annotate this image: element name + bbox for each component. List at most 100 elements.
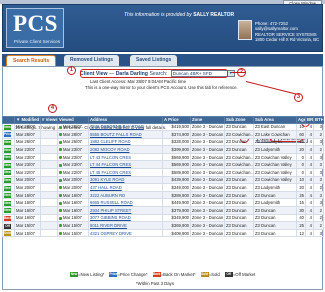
table-row[interactable]: Back Mar 16/07 Mar 16/07 3077 GIBBINS ROAD $…: [2, 213, 324, 223]
viewed-cell: Mar 22/07: [57, 168, 89, 177]
age-cell: 20: [296, 145, 306, 154]
status-cell: New: [2, 137, 15, 147]
table-row[interactable]: New Mar 28/07 Mar 28/07 7346 OSBORNE BAY RO…: [2, 122, 324, 132]
address-link[interactable]: 6665 RUSSELL ROAD: [88, 198, 163, 208]
zone-cell: Zone 3 - Duncan: [190, 122, 225, 132]
address-link[interactable]: 2934 PHILIP STREET: [88, 206, 163, 215]
status-cell: New: [2, 145, 15, 154]
table-row[interactable]: New Mar 23/07 Mar 23/07 LT 44 FALCON CRES $5…: [2, 160, 324, 170]
table-row[interactable]: Sold Mar 15/07 Mar 15/07 4321 OSPREY DRIVE $…: [2, 228, 324, 238]
legend-item-price: Price=Price Change*: [109, 272, 148, 278]
modified-cell: Mar 16/07: [14, 198, 41, 208]
table-row[interactable]: New Mar 22/07 Mar 22/07 LT 45 FALCON CRES $5…: [2, 168, 324, 177]
age-cell: 25: [296, 190, 306, 200]
subarea-cell: Z3 Duncan: [253, 228, 297, 238]
viewed-check-icon: [59, 133, 62, 137]
zone-cell: Zone 3 - Duncan: [190, 130, 225, 139]
legend-item-off: Off =Off Market: [224, 272, 255, 278]
bathrooms-cell: 2: [313, 130, 324, 139]
viewed-cell: Mar 16/07: [57, 190, 89, 200]
zone-cell: Zone 3 - Duncan: [190, 168, 225, 177]
viewed-cell: Mar 15/07: [57, 221, 89, 230]
address-link[interactable]: 2082 MOCOY ROAD: [88, 145, 163, 154]
table-row[interactable]: New Mar 20/07 Mar 20/07 3091 KYLE ROAD $439,…: [2, 175, 324, 185]
subzone-cell: Z3 Duncan: [224, 198, 254, 208]
table-row[interactable]: New Mar 23/07 Mar 23/07 2082 MOCOY ROAD $399…: [2, 145, 324, 154]
column-header-bth[interactable]: BTH: [313, 116, 324, 124]
modified-cell: Mar 23/07: [14, 145, 41, 154]
views-cell: [40, 228, 58, 238]
column-header-br[interactable]: BR: [305, 116, 314, 124]
address-link[interactable]: 4321 OSPREY DRIVE: [88, 228, 163, 238]
table-row[interactable]: Price Mar 28/07 Mar 28/07 5555 BOUTZ FALLS …: [2, 130, 324, 139]
price-cell: $379,900: [162, 206, 191, 215]
bathrooms-cell: 2: [313, 221, 324, 230]
legend-text: =Back On Market*: [160, 272, 196, 277]
address-link[interactable]: 3077 GIBBINS ROAD: [88, 213, 163, 223]
price-cell: $419,500: [162, 122, 191, 132]
subarea-cell: Z3 Duncan: [253, 221, 297, 230]
bedrooms-cell: 4: [305, 198, 314, 208]
bedrooms-cell: 4: [305, 160, 314, 170]
column-header-modified[interactable]: ▼ Modified: [14, 116, 41, 124]
address-link[interactable]: LT 43 FALCON CRES: [88, 152, 163, 162]
table-row[interactable]: New Mar 23/07 Mar 23/07 LT 43 FALCON CRES $5…: [2, 152, 324, 162]
status-badge: New: [4, 124, 11, 130]
viewed-date: Mar 16/07: [63, 200, 82, 206]
modified-cell: Mar 15/07: [14, 228, 41, 238]
age-cell: 0: [296, 168, 306, 177]
tab-search-results[interactable]: Search Results: [6, 55, 57, 66]
subzone-cell: Z3 Cowichan...: [224, 152, 254, 162]
table-row[interactable]: New Mar 16/07 Mar 16/07 3222 AUBURN RD $389,…: [2, 190, 324, 200]
viewed-date: Mar 15/07: [63, 230, 82, 236]
viewed-check-icon: [59, 156, 62, 160]
views-cell: [40, 198, 58, 208]
status-cell: Sold: [2, 228, 15, 238]
subarea-cell: Z3 Ladysmith: [253, 145, 297, 154]
price-cell: $589,900: [162, 168, 191, 177]
address-link[interactable]: 5555 BOUTZ FALLS ROAD: [88, 130, 163, 139]
subzone-cell: Z3 Duncan: [224, 145, 254, 154]
viewed-check-icon: [59, 232, 62, 235]
table-row[interactable]: New Mar 16/07 Mar 16/07 2934 PHILIP STREET $…: [2, 206, 324, 215]
bedrooms-cell: 4: [305, 183, 314, 192]
bedrooms-cell: 4: [305, 137, 314, 147]
column-header-views[interactable]: # Views: [40, 116, 58, 124]
address-link[interactable]: 6011 RIVER DRIVE: [88, 221, 163, 230]
address-link[interactable]: 7346 OSBORNE BAY ROAD: [88, 122, 163, 132]
tab-saved-listings[interactable]: Saved Listings: [130, 55, 178, 66]
table-body: New Mar 28/07 Mar 28/07 7346 OSBORNE BAY RO…: [2, 122, 324, 238]
table-row[interactable]: Off Mar 15/07 Mar 15/07 6011 RIVER DRIVE $36…: [2, 221, 324, 230]
subarea-cell: Z3 Duncan: [253, 206, 297, 215]
status-cell: New: [2, 122, 15, 132]
table-row[interactable]: New Mar 26/07 Mar 26/07 1882 CLELIFF ROAD $3…: [2, 137, 324, 147]
callout-1: 1: [67, 66, 76, 75]
table-row[interactable]: New Mar 20/07 Mar 20/07 437 HALL ROAD $349,0…: [2, 183, 324, 192]
legend-item-sold: Sold=Sold: [200, 272, 220, 278]
views-cell: [40, 137, 58, 147]
viewed-date: Mar 20/07: [63, 177, 82, 183]
address-link[interactable]: 437 HALL ROAD: [88, 183, 163, 192]
subzone-cell: Z3 Duncan: [224, 228, 254, 238]
address-link[interactable]: 3222 AUBURN RD: [88, 190, 163, 200]
status-cell: Price: [2, 130, 15, 139]
status-badge: New: [4, 147, 11, 153]
views-cell: [40, 213, 58, 223]
address-link[interactable]: LT 45 FALCON CRES: [88, 168, 163, 177]
table-row[interactable]: New Mar 16/07 Mar 16/07 6665 RUSSELL ROAD $4…: [2, 198, 324, 208]
age-cell: 0: [296, 160, 306, 170]
zone-cell: Zone 3 - Duncan: [190, 175, 225, 185]
address-link[interactable]: 1882 CLELIFF ROAD: [88, 137, 163, 147]
zone-cell: Zone 3 - Duncan: [190, 145, 225, 154]
price-cell: $349,000: [162, 183, 191, 192]
address-link[interactable]: LT 44 FALCON CRES: [88, 160, 163, 170]
viewed-cell: Mar 16/07: [57, 206, 89, 215]
column-header-age[interactable]: Age: [296, 116, 306, 124]
subzone-cell: Z3 Duncan: [224, 183, 254, 192]
viewed-check-icon: [59, 224, 62, 228]
viewed-cell: Mar 20/07: [57, 175, 89, 185]
views-cell: [40, 221, 58, 230]
tab-removed-listings[interactable]: Removed Listings: [64, 55, 120, 66]
price-cell: $569,900: [162, 152, 191, 162]
address-link[interactable]: 3091 KYLE ROAD: [88, 175, 163, 185]
